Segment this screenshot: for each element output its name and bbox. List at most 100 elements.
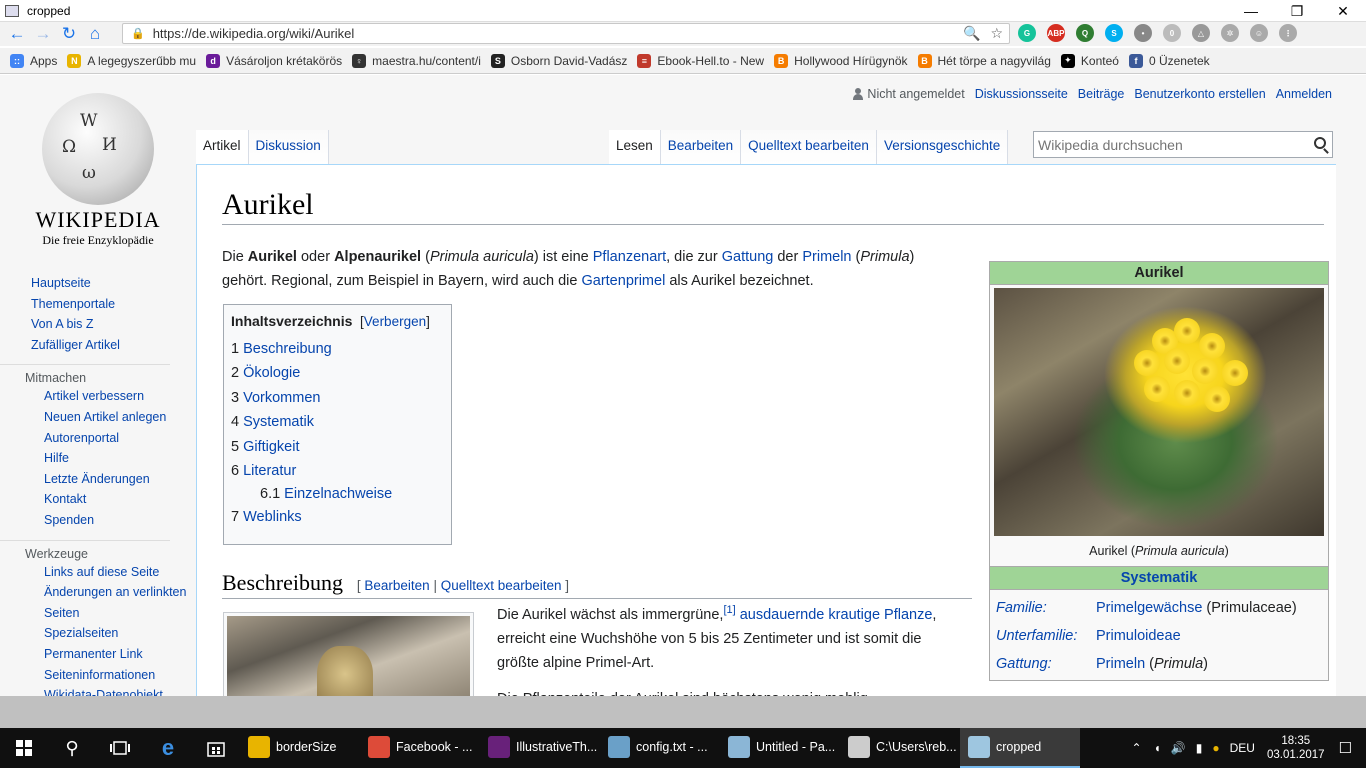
link-krautige[interactable]: krautige xyxy=(828,607,880,623)
toc-item[interactable]: 6 Literatur xyxy=(231,459,444,483)
bookmark-item[interactable]: ≡ Ebook-Hell.to - New xyxy=(637,53,764,68)
sidebar-item[interactable]: Wikidata-Datenobjekt xyxy=(0,685,190,696)
taxon-link[interactable]: Primeln xyxy=(1096,656,1145,672)
tab-diskussion[interactable]: Diskussion xyxy=(248,130,329,164)
search-taskbar-icon[interactable]: ⚲ xyxy=(48,728,96,768)
search-input[interactable] xyxy=(1034,132,1304,157)
taskbar-app[interactable]: Untitled - Pa... xyxy=(720,728,840,768)
sidebar-item[interactable]: Zufälliger Artikel xyxy=(0,335,190,356)
link-pflanze[interactable]: Pflanze xyxy=(884,607,932,623)
taskbar-app[interactable]: config.txt - ... xyxy=(600,728,720,768)
sidebar-item[interactable]: Änderungen an verlinkten Seiten xyxy=(0,582,190,623)
close-button[interactable]: ✕ xyxy=(1320,0,1366,22)
taxon-link[interactable]: Primelgewächse xyxy=(1096,600,1202,616)
zero-extension-icon[interactable]: 0 xyxy=(1163,24,1181,42)
start-button[interactable] xyxy=(0,728,48,768)
sidebar-item[interactable]: Von A bis Z xyxy=(0,314,190,335)
personal-link-create-account[interactable]: Benutzerkonto erstellen xyxy=(1134,87,1265,101)
toc-item[interactable]: 5 Giftigkeit xyxy=(231,435,444,459)
minimize-button[interactable]: — xyxy=(1228,0,1274,22)
task-view-icon[interactable] xyxy=(96,728,144,768)
url-text[interactable]: https://de.wikipedia.org/wiki/Aurikel xyxy=(153,26,355,41)
bookmark-item[interactable]: :: Apps xyxy=(10,53,57,68)
cog-extension-icon[interactable]: ✲ xyxy=(1221,24,1239,42)
bookmark-item[interactable]: ♀ maestra.hu/content/i xyxy=(352,53,481,68)
personal-link-talk[interactable]: Diskussionsseite xyxy=(975,87,1068,101)
search-icon[interactable] xyxy=(1314,137,1326,149)
skype-extension-icon[interactable]: S xyxy=(1105,24,1123,42)
taskbar-app[interactable]: C:\Users\reb... xyxy=(840,728,960,768)
chevron-up-icon[interactable]: ⌃ xyxy=(1132,741,1142,755)
taskbar-app[interactable]: borderSize xyxy=(240,728,360,768)
toc-toggle-link[interactable]: Verbergen xyxy=(364,314,426,329)
sidebar-item[interactable]: Kontakt xyxy=(0,489,190,510)
section-edit-link[interactable]: Bearbeiten xyxy=(364,578,429,593)
personal-link-contributions[interactable]: Beiträge xyxy=(1078,87,1125,101)
toc-item-link[interactable]: Vorkommen xyxy=(243,390,320,406)
notifications-icon[interactable]: ☐ xyxy=(1339,739,1352,757)
sidebar-item[interactable]: Themenportale xyxy=(0,294,190,315)
sidebar-item[interactable]: Artikel verbessern xyxy=(0,386,190,407)
taxobox-rank[interactable]: Familie: xyxy=(992,594,1092,622)
sidebar-item[interactable]: Spezialseiten xyxy=(0,623,190,644)
toc-item[interactable]: 7 Weblinks xyxy=(231,505,444,529)
link-gattung[interactable]: Gattung xyxy=(722,249,774,265)
toc-item-link[interactable]: Einzelnachweise xyxy=(284,486,392,502)
toc-item[interactable]: 4 Systematik xyxy=(231,410,444,434)
grammarly-extension-icon[interactable]: G xyxy=(1018,24,1036,42)
taxobox-systematik-header[interactable]: Systematik xyxy=(990,566,1328,590)
taxon-link[interactable]: Primuloideae xyxy=(1096,628,1181,644)
clock[interactable]: 18:35 03.01.2017 xyxy=(1267,734,1325,762)
volume-icon[interactable]: 🔊 xyxy=(1171,741,1186,755)
taxobox-image[interactable] xyxy=(994,288,1324,536)
taskbar-app[interactable]: Facebook - ... xyxy=(360,728,480,768)
link-gartenprimel[interactable]: Gartenprimel xyxy=(581,273,665,289)
personal-link-login[interactable]: Anmelden xyxy=(1276,87,1332,101)
taxobox-rank[interactable]: Unterfamilie: xyxy=(992,622,1092,650)
tab-versionsgeschichte[interactable]: Versionsgeschichte xyxy=(876,130,1009,164)
reload-icon[interactable]: ↻ xyxy=(56,23,82,45)
link-ausdauernde[interactable]: ausdauernde xyxy=(740,607,825,623)
tab-bearbeiten[interactable]: Bearbeiten xyxy=(660,130,742,164)
wikipedia-logo[interactable]: W Ω И ω WIKIPEDIA Die freie Enzyklopädie xyxy=(28,93,168,248)
toc-item-link[interactable]: Systematik xyxy=(243,414,314,430)
edge-icon[interactable]: e xyxy=(144,728,192,768)
sidebar-item[interactable]: Hauptseite xyxy=(0,273,190,294)
bookmark-item[interactable]: B Hét törpe a nagyvilág xyxy=(917,53,1051,68)
sidebar-item[interactable]: Autorenportal xyxy=(0,428,190,449)
tab-quelltext-bearbeiten[interactable]: Quelltext bearbeiten xyxy=(741,130,877,164)
sidebar-item[interactable]: Neuen Artikel anlegen xyxy=(0,407,190,428)
language-indicator[interactable]: DEU xyxy=(1230,741,1255,755)
toc-item[interactable]: 3 Vorkommen xyxy=(231,386,444,410)
toc-item-link[interactable]: Beschreibung xyxy=(243,341,332,357)
toc-item-link[interactable]: Weblinks xyxy=(243,509,302,525)
article-thumbnail[interactable] xyxy=(223,612,474,696)
tab-lesen[interactable]: Lesen xyxy=(609,130,661,164)
tab-artikel[interactable]: Artikel xyxy=(196,130,249,164)
battery-icon[interactable]: ▮ xyxy=(1196,741,1203,755)
sidebar-item[interactable]: Letzte Änderungen xyxy=(0,469,190,490)
link-pflanzenart[interactable]: Pflanzenart xyxy=(593,249,666,265)
sidebar-item[interactable]: Permanenter Link xyxy=(0,644,190,665)
sidebar-item[interactable]: Seiteninformationen xyxy=(0,665,190,686)
bookmark-item[interactable]: N A legegyszerűbb mu xyxy=(67,53,196,68)
toc-item[interactable]: 1 Beschreibung xyxy=(231,337,444,361)
link-primeln[interactable]: Primeln xyxy=(802,249,851,265)
weather-icon[interactable]: ● xyxy=(1212,741,1219,755)
section-edit-source-link[interactable]: Quelltext bearbeiten xyxy=(441,578,562,593)
toc-item[interactable]: 2 Ökologie xyxy=(231,361,444,385)
maximize-button[interactable]: ❐ xyxy=(1274,0,1320,22)
toc-item-link[interactable]: Literatur xyxy=(243,463,296,479)
bookmark-item[interactable]: B Hollywood Hírügynök xyxy=(774,53,908,68)
sidebar-item[interactable]: Spenden xyxy=(0,510,190,531)
bookmark-item[interactable]: ✦ Konteó xyxy=(1060,53,1119,68)
bookmark-star-icon[interactable]: ☆ xyxy=(990,25,1003,42)
adblock-extension-icon[interactable]: ABP xyxy=(1047,24,1065,42)
zoom-search-icon[interactable]: 🔍 xyxy=(963,25,980,42)
user-extension-icon[interactable]: ☺ xyxy=(1250,24,1268,42)
thumbnail-image[interactable] xyxy=(227,616,470,696)
network-icon[interactable]: ◖ xyxy=(1154,741,1161,755)
reference-link[interactable]: [1] xyxy=(723,604,735,616)
store-icon[interactable] xyxy=(192,728,240,768)
bookmark-item[interactable]: S Osborn David-Vadász xyxy=(490,53,627,68)
